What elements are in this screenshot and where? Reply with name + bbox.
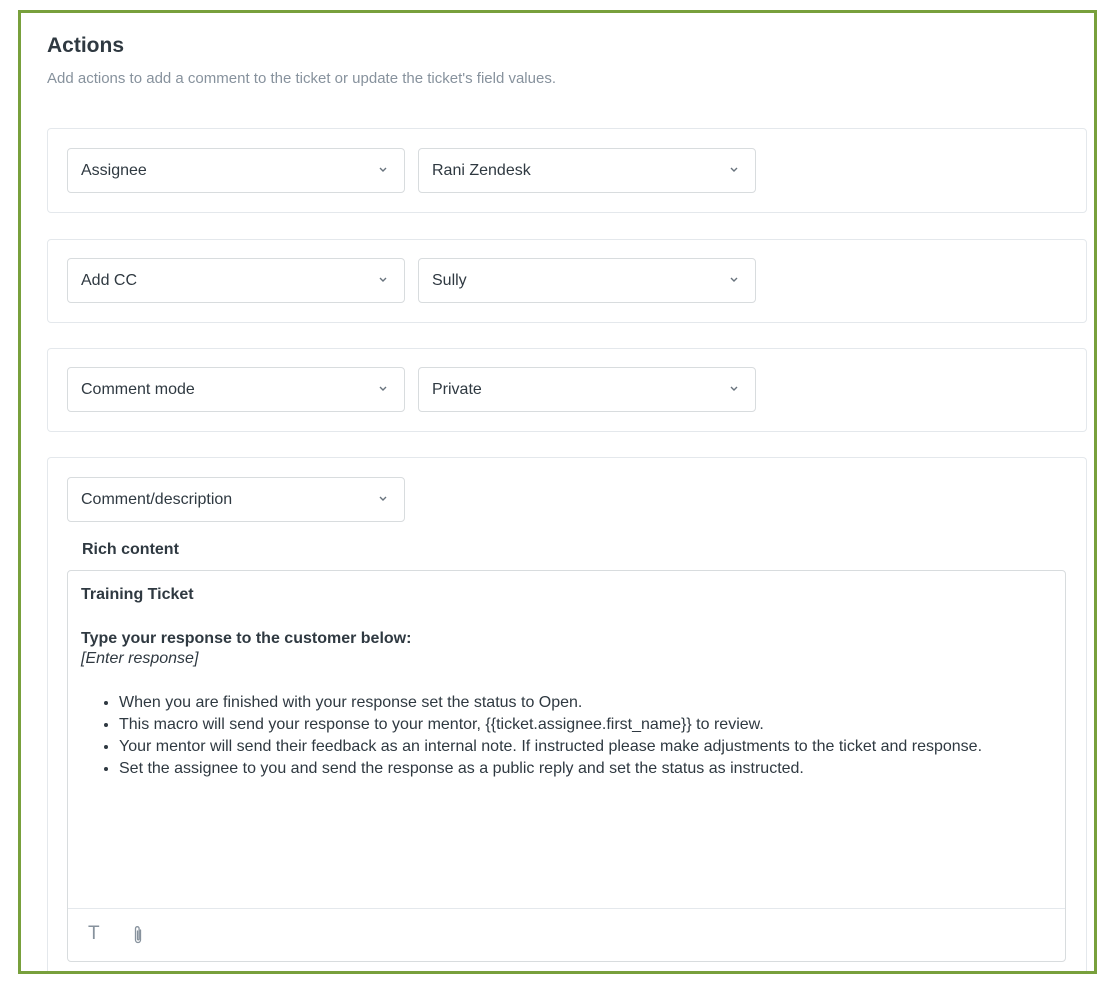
paperclip-icon[interactable] (131, 924, 145, 946)
list-item: Your mentor will send their feedback as … (119, 737, 1051, 757)
comment-field-select[interactable]: Comment/description (67, 477, 405, 522)
action-value-select[interactable]: Sully (418, 258, 756, 303)
action-row: Comment mode Private (47, 348, 1087, 432)
action-field-select[interactable]: Add CC (67, 258, 405, 303)
instructions-list: When you are finished with your response… (81, 693, 1051, 779)
editor-prompt: Type your response to the customer below… (81, 630, 412, 647)
editor-content[interactable]: Training Ticket Type your response to th… (81, 585, 1051, 781)
list-item: Set the assignee to you and send the res… (119, 759, 1051, 779)
action-row: Assignee Rani Zendesk (47, 128, 1087, 213)
chevron-down-icon (379, 167, 387, 172)
section-title: Actions (47, 34, 125, 57)
action-field-value: Add CC (81, 272, 138, 289)
chevron-down-icon (379, 386, 387, 391)
text-format-icon[interactable]: T (88, 923, 100, 945)
rich-content-editor[interactable]: Training Ticket Type your response to th… (67, 570, 1066, 962)
action-value-select[interactable]: Rani Zendesk (418, 148, 756, 193)
action-value-text: Rani Zendesk (432, 162, 531, 179)
action-row: Add CC Sully (47, 239, 1087, 323)
editor-toolbar: T (68, 908, 1065, 961)
editor-placeholder: [Enter response] (81, 650, 199, 667)
action-value-text: Private (432, 381, 482, 398)
chevron-down-icon (379, 277, 387, 282)
section-description: Add actions to add a comment to the tick… (47, 70, 556, 87)
action-value-text: Sully (432, 272, 467, 289)
chevron-down-icon (730, 386, 738, 391)
action-field-value: Comment mode (81, 381, 195, 398)
comment-field-value: Comment/description (81, 491, 233, 508)
action-field-value: Assignee (81, 162, 147, 179)
chevron-down-icon (379, 496, 387, 501)
chevron-down-icon (730, 277, 738, 282)
list-item: This macro will send your response to yo… (119, 715, 1051, 735)
chevron-down-icon (730, 167, 738, 172)
actions-panel: Actions Add actions to add a comment to … (18, 10, 1097, 974)
rich-content-label: Rich content (82, 541, 179, 558)
list-item: When you are finished with your response… (119, 693, 1051, 713)
action-field-select[interactable]: Assignee (67, 148, 405, 193)
editor-title: Training Ticket (81, 586, 194, 603)
action-field-select[interactable]: Comment mode (67, 367, 405, 412)
action-value-select[interactable]: Private (418, 367, 756, 412)
